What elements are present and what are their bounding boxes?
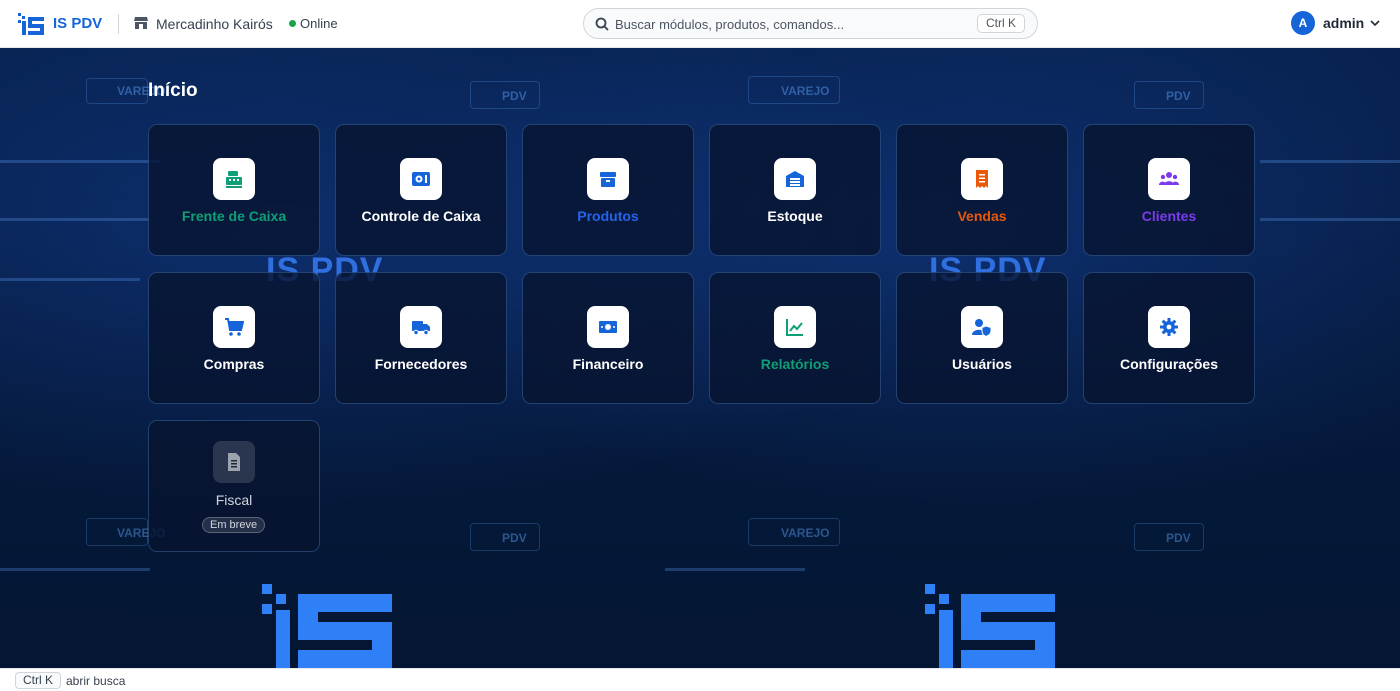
watermark-label: VAREJO [781, 526, 830, 540]
online-status-dot [289, 20, 296, 27]
module-compras[interactable]: Compras [148, 272, 320, 404]
module-frente-de-caixa[interactable]: Frente de Caixa [148, 124, 320, 256]
gear-icon [1160, 318, 1178, 336]
users-icon [1159, 172, 1179, 185]
module-label: Configurações [1119, 356, 1218, 372]
background-logo-icon [925, 584, 1055, 668]
module-financeiro[interactable]: Financeiro [522, 272, 694, 404]
user-menu-name[interactable]: admin [1323, 15, 1364, 31]
shortcut-hint: abrir busca [66, 674, 126, 688]
module-label: Usuários [952, 356, 1012, 372]
module-icon-box [587, 158, 629, 200]
brand-logo-icon [18, 13, 44, 35]
store-icon [134, 17, 148, 29]
document-icon [228, 453, 240, 471]
module-icon-box [400, 306, 442, 348]
module-label: Fiscal [215, 492, 253, 508]
module-icon-box [774, 158, 816, 200]
receipt-icon [976, 170, 988, 188]
module-clientes[interactable]: Clientes [1083, 124, 1255, 256]
module-icon-box [1148, 158, 1190, 200]
cash-register-icon [226, 171, 242, 188]
truck-icon [412, 321, 430, 336]
background-shelf [0, 278, 140, 281]
background-shelf [1260, 218, 1400, 221]
shortcut-key: Ctrl K [15, 672, 61, 689]
module-vendas[interactable]: Vendas [896, 124, 1068, 256]
module-icon-box [961, 158, 1003, 200]
cart-icon [225, 318, 244, 336]
module-label: Vendas [957, 208, 1007, 224]
search-input[interactable] [615, 15, 975, 33]
module-label: Relatórios [760, 356, 830, 372]
cash-drawer-icon [412, 172, 430, 186]
module-icon-box [587, 306, 629, 348]
module-estoque[interactable]: Estoque [709, 124, 881, 256]
page-title: Início [148, 80, 198, 101]
module-relatorios[interactable]: Relatórios [709, 272, 881, 404]
module-label: Clientes [1141, 208, 1197, 224]
module-usuarios[interactable]: Usuários [896, 272, 1068, 404]
watermark-label: VAREJO [781, 84, 830, 98]
search-icon [595, 17, 609, 31]
module-label: Estoque [767, 208, 823, 224]
watermark-label: PDV [502, 89, 527, 103]
module-label: Frente de Caixa [181, 208, 287, 224]
module-icon-box [774, 306, 816, 348]
store-name[interactable]: Mercadinho Kairós [156, 16, 273, 32]
module-configuracoes[interactable]: Configurações [1083, 272, 1255, 404]
chevron-down-icon[interactable] [1369, 17, 1381, 29]
coming-soon-badge: Em breve [202, 517, 266, 533]
module-icon-box [213, 158, 255, 200]
watermark-label: PDV [1166, 89, 1191, 103]
module-icon-box [1148, 306, 1190, 348]
global-search[interactable]: Ctrl K [583, 8, 1038, 39]
main-content: VAREJO PDV VAREJO PDV VAREJO PDV VAREJO … [0, 48, 1400, 668]
module-icon-box [961, 306, 1003, 348]
box-icon [600, 172, 616, 187]
background-shelf [0, 568, 150, 571]
watermark-label: PDV [1166, 531, 1191, 545]
module-produtos[interactable]: Produtos [522, 124, 694, 256]
search-shortcut: Ctrl K [977, 14, 1025, 33]
background-shelf [0, 218, 150, 221]
top-bar: IS PDV Mercadinho Kairós Online Ctrl K A… [0, 0, 1400, 48]
module-fornecedores[interactable]: Fornecedores [335, 272, 507, 404]
module-label: Produtos [577, 208, 639, 224]
money-icon [599, 321, 617, 333]
status-bar: Ctrl K abrir busca [0, 668, 1400, 691]
module-icon-box [400, 158, 442, 200]
module-icon-box [213, 441, 255, 483]
module-label: Fornecedores [374, 356, 468, 372]
brand-name: IS PDV [53, 15, 103, 32]
background-shelf [1260, 160, 1400, 163]
module-icon-box [213, 306, 255, 348]
module-label: Compras [203, 356, 265, 372]
module-label: Controle de Caixa [361, 208, 481, 224]
module-label: Financeiro [572, 356, 644, 372]
online-status: Online [300, 16, 338, 31]
warehouse-icon [786, 171, 804, 187]
module-controle-de-caixa[interactable]: Controle de Caixa [335, 124, 507, 256]
background-logo-icon [262, 584, 392, 668]
header-divider [118, 14, 119, 34]
user-shield-icon [972, 319, 992, 337]
module-fiscal[interactable]: Fiscal Em breve [148, 420, 320, 552]
avatar[interactable]: A [1291, 11, 1315, 35]
watermark-label: PDV [502, 531, 527, 545]
background-shelf [0, 160, 160, 163]
background-shelf [665, 568, 805, 571]
chart-icon [786, 319, 803, 336]
